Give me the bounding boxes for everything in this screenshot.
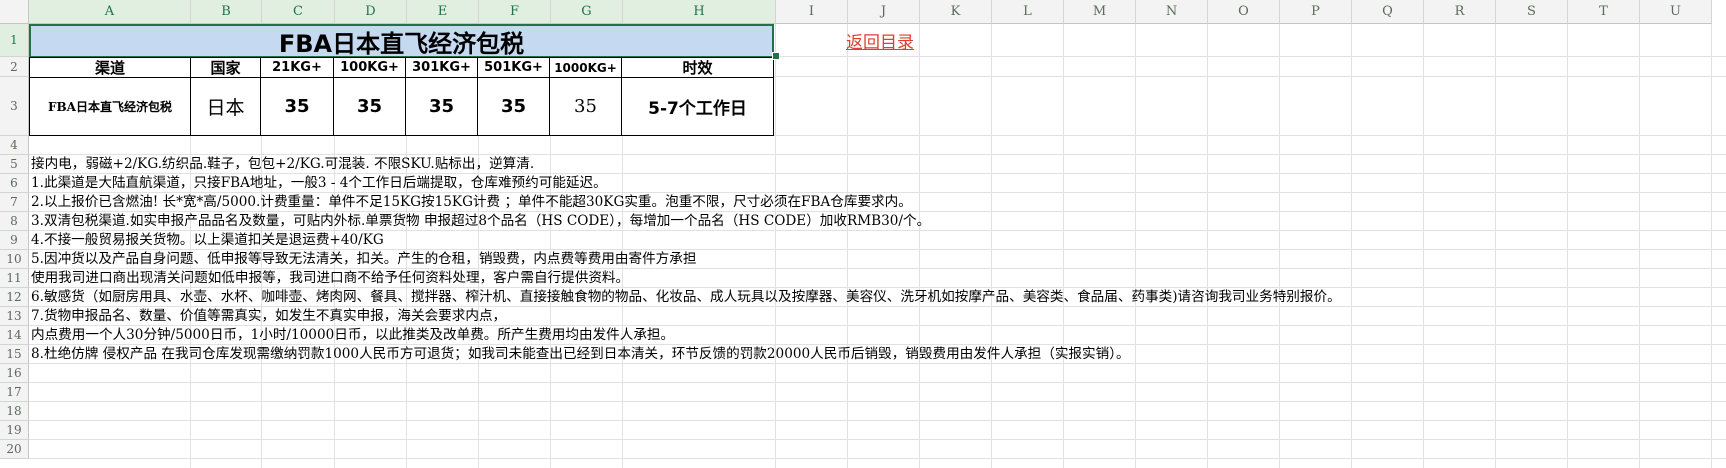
header-501kg[interactable]: 501KG+: [477, 57, 550, 78]
column-header[interactable]: O: [1208, 0, 1280, 24]
column-header[interactable]: L: [992, 0, 1064, 24]
column-header[interactable]: U: [1640, 0, 1712, 24]
note-line: 7.货物申报品名、数量、价值等需真实，如发生不真实申报，海关会要求内点，: [31, 308, 507, 324]
note-line: 2.以上报价已含燃油! 长*宽*高/5000.计费重量：单件不足15KG按15K…: [31, 194, 912, 210]
cell-country[interactable]: 日本: [190, 77, 261, 136]
cell-price-21kg[interactable]: 35: [260, 77, 334, 136]
header-301kg[interactable]: 301KG+: [405, 57, 478, 78]
cell-channel[interactable]: FBA日本直飞经济包税: [29, 77, 191, 136]
table-title-cell[interactable]: FBA日本直飞经济包税: [29, 24, 774, 58]
cell-price-301kg[interactable]: 35: [405, 77, 478, 136]
gridline-horizontal: [29, 401, 1726, 402]
column-header[interactable]: K: [920, 0, 992, 24]
row-header[interactable]: 9: [0, 231, 29, 250]
column-header[interactable]: T: [1568, 0, 1640, 24]
header-100kg[interactable]: 100KG+: [333, 57, 406, 78]
table-title: FBA日本直飞经济包税: [278, 29, 525, 58]
header-timing[interactable]: 时效: [621, 57, 774, 78]
row-header[interactable]: 4: [0, 136, 29, 155]
note-line: 4.不接一般贸易报关货物。以上渠道扣关是退运费+40/KG: [31, 232, 384, 248]
row-header[interactable]: 16: [0, 364, 29, 383]
note-line: 接内电，弱磁+2/KG.纺织品.鞋子，包包+2/KG.可混装. 不限SKU.贴标…: [31, 156, 535, 172]
gridline-horizontal: [29, 458, 1726, 459]
row-header[interactable]: 6: [0, 174, 29, 193]
column-header[interactable]: S: [1496, 0, 1568, 24]
column-header[interactable]: C: [262, 0, 335, 24]
column-header[interactable]: G: [551, 0, 623, 24]
back-to-index-link[interactable]: 返回目录: [846, 28, 914, 53]
note-line: 1.此渠道是大陆直航渠道，只接FBA地址，一般3 - 4个工作日后端提取，仓库难…: [31, 175, 607, 191]
column-header[interactable]: M: [1064, 0, 1136, 24]
column-header[interactable]: D: [335, 0, 407, 24]
cell-price-100kg[interactable]: 35: [333, 77, 406, 136]
column-header[interactable]: P: [1280, 0, 1352, 24]
column-header[interactable]: E: [407, 0, 479, 24]
column-header[interactable]: N: [1136, 0, 1208, 24]
header-country[interactable]: 国家: [190, 57, 261, 78]
row-header[interactable]: 8: [0, 212, 29, 231]
column-header[interactable]: Q: [1352, 0, 1424, 24]
note-line: 使用我司进口商出现清关问题如低申报等，我司进口商不给予任何资料处理，客户需自行提…: [31, 270, 630, 286]
selection-fill-handle[interactable]: [772, 52, 780, 60]
note-line: 3.双清包税渠道.如实申报产品品名及数量，可贴内外标.单票货物 申报超过8个品名…: [31, 213, 931, 229]
column-header[interactable]: F: [479, 0, 551, 24]
cell-timing[interactable]: 5-7个工作日: [621, 77, 774, 136]
row-header[interactable]: 18: [0, 402, 29, 421]
row-header[interactable]: 3: [0, 77, 29, 136]
gridline-horizontal: [29, 363, 1726, 364]
row-header[interactable]: 15: [0, 345, 29, 364]
row-header[interactable]: 12: [0, 288, 29, 307]
column-header[interactable]: H: [623, 0, 776, 24]
cell-price-501kg[interactable]: 35: [477, 77, 550, 136]
column-header[interactable]: B: [191, 0, 262, 24]
row-header[interactable]: 20: [0, 440, 29, 459]
spreadsheet-grid[interactable]: ABCDEFGHIJKLMNOPQRSTU 1 2 3 4 5 6 7 8 9 10 11 12 13 1…: [0, 0, 1726, 468]
header-21kg[interactable]: 21KG+: [260, 57, 334, 78]
row-header[interactable]: 14: [0, 326, 29, 345]
column-header[interactable]: I: [776, 0, 848, 24]
cell-price-1000kg[interactable]: 35: [549, 77, 622, 136]
gridline-horizontal: [29, 382, 1726, 383]
row-header[interactable]: 5: [0, 155, 29, 174]
select-all-corner[interactable]: [0, 0, 29, 24]
header-channel[interactable]: 渠道: [29, 57, 191, 78]
gridline-horizontal: [29, 420, 1726, 421]
row-header[interactable]: 7: [0, 193, 29, 212]
row-header[interactable]: 19: [0, 421, 29, 440]
header-1000kg[interactable]: 1000KG+: [549, 57, 622, 78]
note-line: 5.因冲货以及产品自身问题、低申报等导致无法清关，扣关。产生的仓租，销毁费，内点…: [31, 251, 697, 267]
column-header[interactable]: A: [29, 0, 191, 24]
row-header[interactable]: 17: [0, 383, 29, 402]
row-header[interactable]: 1: [0, 24, 29, 57]
row-header[interactable]: 13: [0, 307, 29, 326]
row-header[interactable]: 11: [0, 269, 29, 288]
note-line: 8.杜绝仿牌 侵权产品 在我司仓库发现需缴纳罚款1000人民币方可退货；如我司未…: [31, 346, 1130, 362]
row-header[interactable]: 10: [0, 250, 29, 269]
note-line: 内点费用一个人30分钟/5000日币，1小时/10000日币，以此推类及改单费。…: [31, 327, 675, 343]
gridline-horizontal: [29, 439, 1726, 440]
note-line: 6.敏感货（如厨房用具、水壶、水杯、咖啡壶、烤肉网、餐具、搅拌器、榨汁机、直接接…: [31, 289, 1341, 305]
row-header[interactable]: 2: [0, 57, 29, 77]
column-header[interactable]: J: [848, 0, 920, 24]
column-header[interactable]: R: [1424, 0, 1496, 24]
